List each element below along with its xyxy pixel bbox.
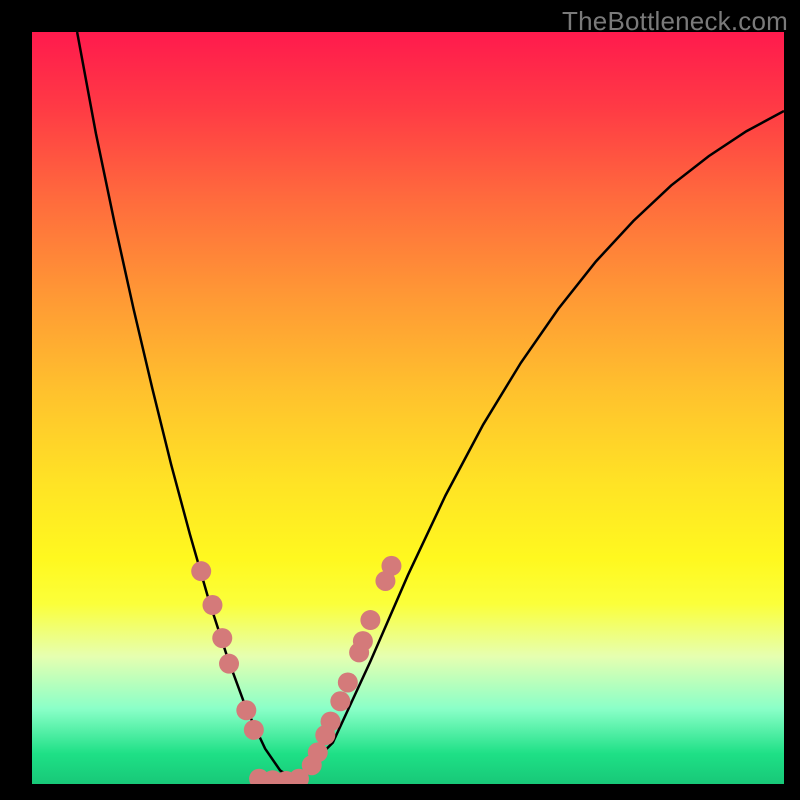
marker-dot [191,561,211,581]
marker-dot [219,654,239,674]
marker-dot [321,712,341,732]
marker-dot [353,631,373,651]
marker-dot [338,672,358,692]
marker-dot [308,742,328,762]
main-curve [77,32,784,780]
marker-dot [330,691,350,711]
plot-area [32,32,784,784]
markers-group [191,556,401,784]
marker-dot [360,610,380,630]
marker-dot [212,628,232,648]
marker-dot [236,700,256,720]
marker-dot [381,556,401,576]
chart-frame: TheBottleneck.com [0,0,800,800]
marker-dot [244,720,264,740]
watermark-text: TheBottleneck.com [562,6,788,37]
curve-svg [32,32,784,784]
marker-dot [202,595,222,615]
